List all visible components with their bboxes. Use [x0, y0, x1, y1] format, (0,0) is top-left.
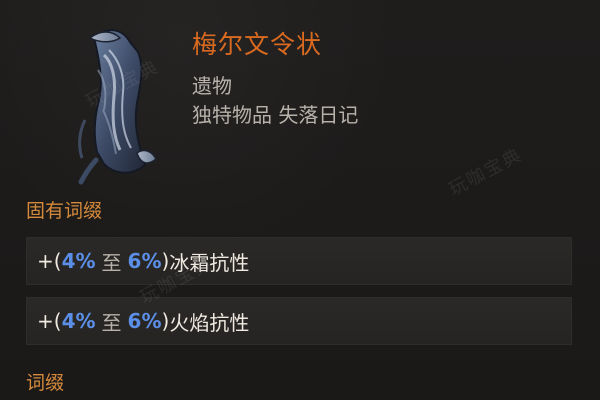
affix-open-paren: ( — [53, 249, 62, 273]
item-type: 遗物 — [192, 74, 232, 98]
affix-row-fire-resistance: + ( 4% 至 6% ) 火焰抗性 — [26, 297, 572, 345]
affix-open-paren: ( — [53, 309, 62, 333]
affix-min-value: 4% — [61, 249, 96, 273]
affix-range-word: 至 — [101, 250, 122, 275]
implicit-affixes-heading: 固有词缀 — [26, 200, 103, 222]
item-name: 梅尔文令状 — [192, 30, 323, 59]
affix-range-word: 至 — [101, 310, 122, 335]
affix-stat-name: 冰霜抗性 — [169, 250, 250, 275]
item-tooltip: 梅尔文令状 遗物 独特物品 失落日记 固有词缀 + ( 4% 至 6% ) 冰霜… — [0, 0, 600, 400]
item-header: 梅尔文令状 遗物 独特物品 失落日记 — [0, 0, 600, 185]
affix-plus: + — [37, 309, 54, 333]
affix-stat-name: 火焰抗性 — [169, 310, 250, 335]
explicit-affixes-heading: 词缀 — [26, 372, 65, 394]
affix-max-value: 6% — [127, 309, 162, 333]
affix-plus: + — [37, 249, 54, 273]
item-subtype: 独特物品 失落日记 — [192, 103, 359, 127]
affix-max-value: 6% — [127, 249, 162, 273]
affix-row-cold-resistance: + ( 4% 至 6% ) 冰霜抗性 — [26, 237, 572, 285]
scroll-icon — [78, 29, 157, 185]
affix-close-paren: ) — [161, 309, 170, 333]
affix-min-value: 4% — [61, 309, 96, 333]
affix-close-paren: ) — [161, 249, 170, 273]
